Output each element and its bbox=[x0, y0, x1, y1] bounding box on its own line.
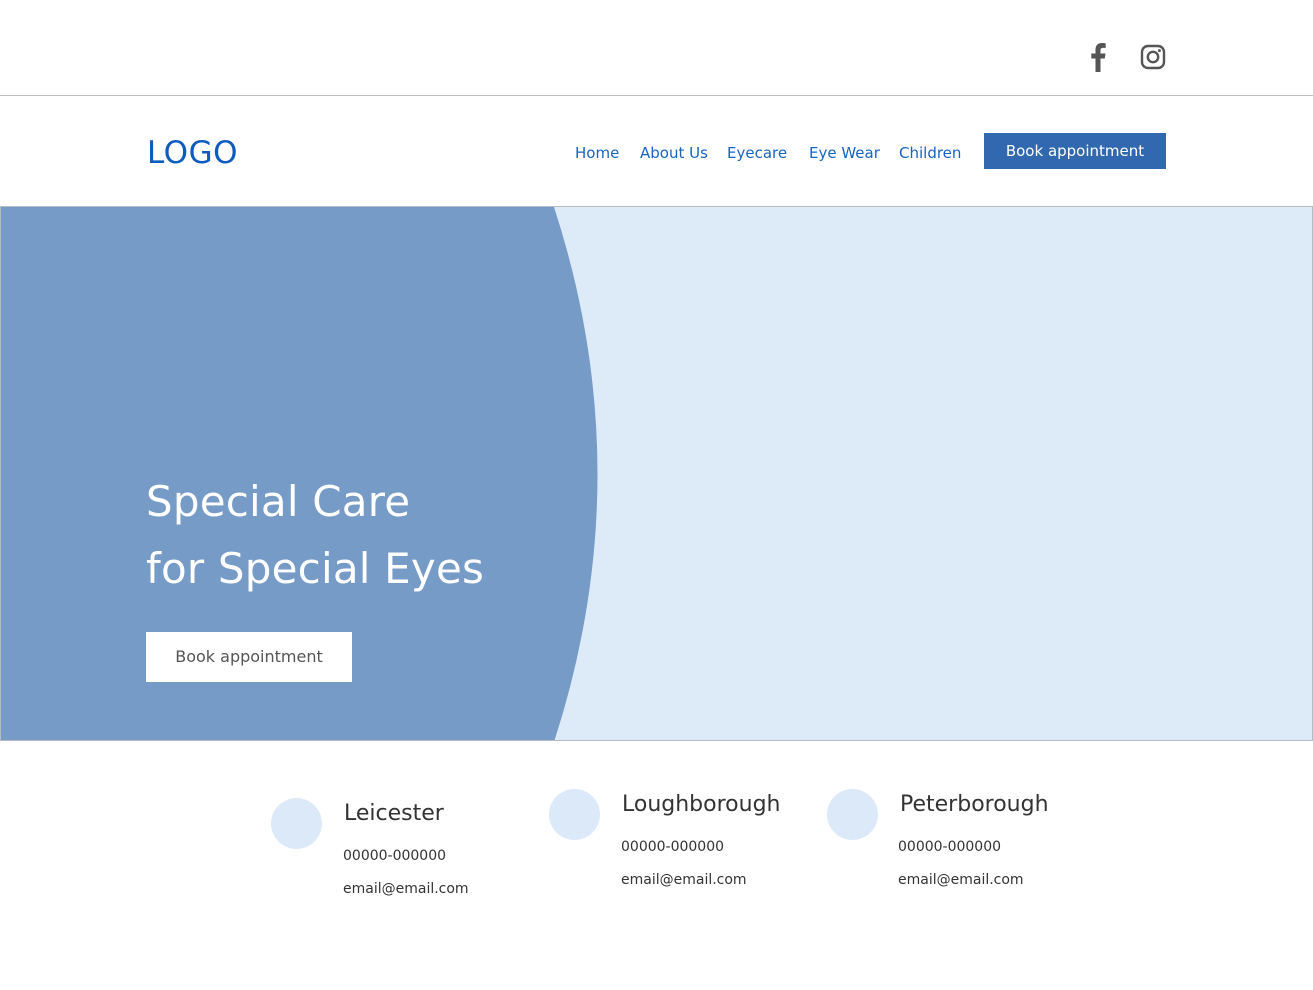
top-bar bbox=[0, 0, 1313, 96]
location-city: Peterborough bbox=[900, 792, 1049, 817]
hero-title-line-1: Special Care bbox=[146, 477, 411, 526]
nav-home[interactable]: Home bbox=[575, 143, 619, 163]
nav-children[interactable]: Children bbox=[899, 143, 961, 163]
location-phone[interactable]: 00000-000000 bbox=[343, 847, 446, 865]
location-phone[interactable]: 00000-000000 bbox=[621, 838, 724, 856]
nav-eyecare[interactable]: Eyecare bbox=[727, 143, 787, 163]
nav-about-us[interactable]: About Us bbox=[640, 143, 708, 163]
location-email[interactable]: email@email.com bbox=[621, 871, 747, 889]
location-email[interactable]: email@email.com bbox=[898, 871, 1024, 889]
logo[interactable]: LOGO bbox=[147, 133, 238, 173]
hero-book-appointment-button[interactable]: Book appointment bbox=[146, 632, 352, 682]
location-icon bbox=[271, 798, 322, 849]
location-phone[interactable]: 00000-000000 bbox=[898, 838, 1001, 856]
location-icon bbox=[827, 789, 878, 840]
location-city: Loughborough bbox=[622, 792, 781, 817]
location-city: Leicester bbox=[344, 801, 444, 826]
nav-eye-wear[interactable]: Eye Wear bbox=[809, 143, 880, 163]
hero-title-line-2: for Special Eyes bbox=[146, 544, 485, 593]
header-book-appointment-button[interactable]: Book appointment bbox=[984, 133, 1166, 169]
instagram-icon[interactable] bbox=[1139, 43, 1167, 71]
location-icon bbox=[549, 789, 600, 840]
hero-banner: Special Care for Special Eyes Book appoi… bbox=[0, 206, 1313, 741]
location-email[interactable]: email@email.com bbox=[343, 880, 469, 898]
facebook-icon[interactable] bbox=[1084, 40, 1112, 74]
